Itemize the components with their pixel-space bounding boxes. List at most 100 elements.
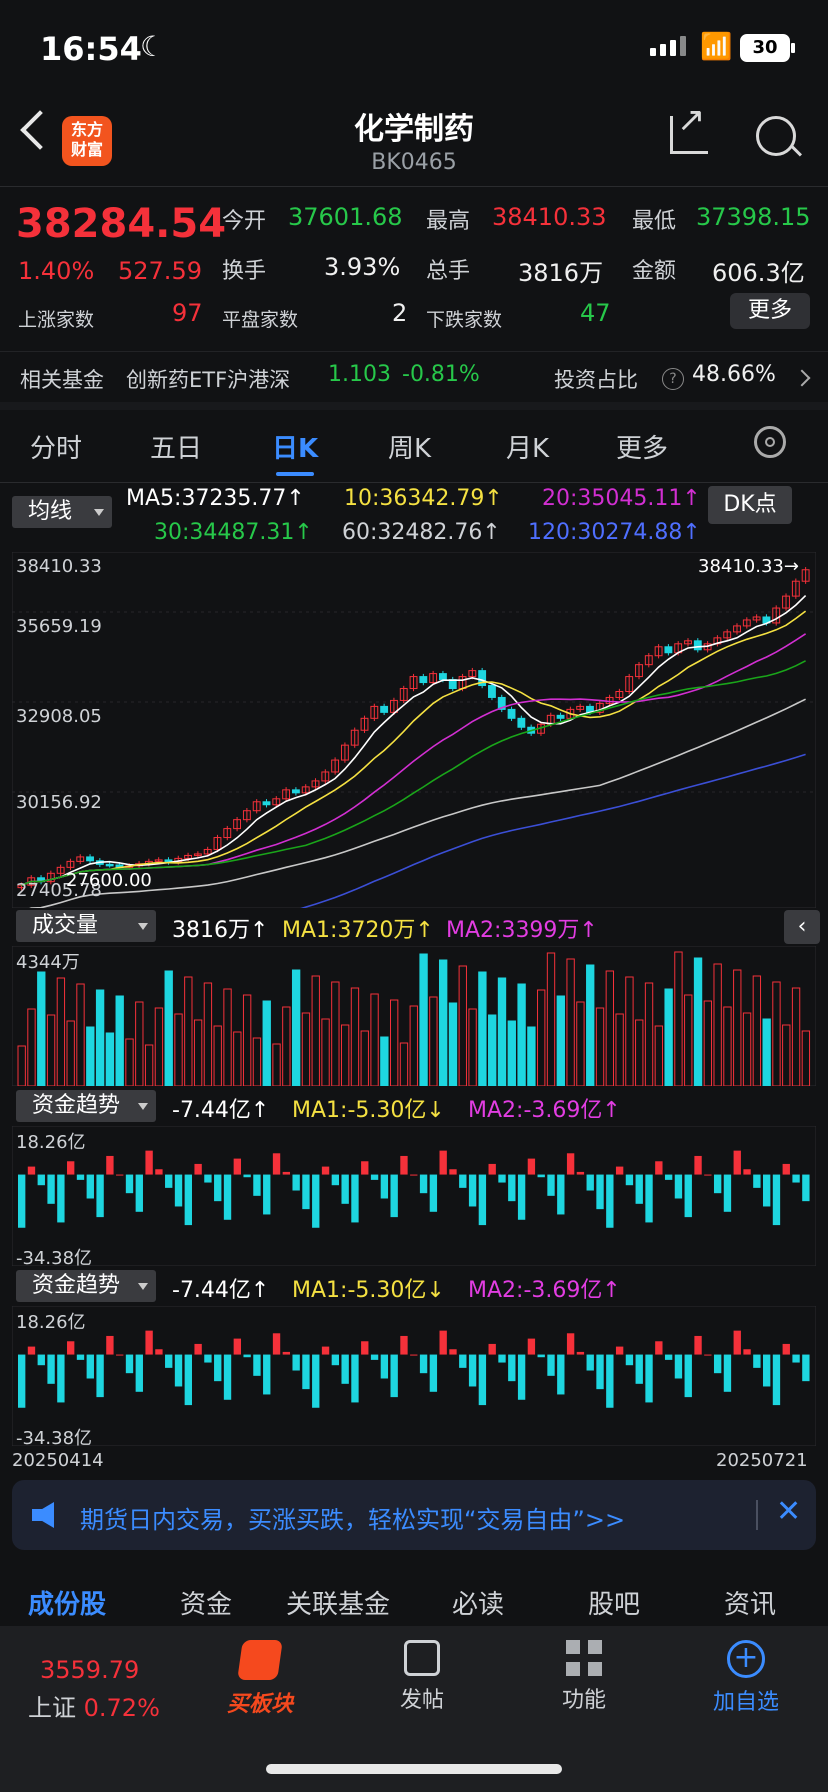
fund-trend-bar: [713, 1354, 722, 1374]
volume-bar: [801, 1030, 811, 1086]
tab-constituents[interactable]: 成份股: [28, 1584, 106, 1621]
tab-more[interactable]: 更多: [616, 428, 668, 465]
fund-trend-bar: [272, 1153, 281, 1175]
related-fund-row[interactable]: 相关基金 创新药ETF沪港深 1.103 -0.81% 投资占比 ? 48.66…: [0, 351, 828, 402]
tab-weekly-k[interactable]: 周K: [388, 428, 431, 465]
current-price: 38284.54: [16, 201, 227, 247]
fund-trend-bar: [645, 1354, 653, 1403]
volume-selector[interactable]: 成交量: [16, 910, 156, 942]
fund-trend-bar: [67, 1161, 75, 1175]
down-count: 47: [580, 299, 611, 327]
volume-bar: [360, 1030, 369, 1086]
fund-trend-bar: [361, 1161, 369, 1175]
fund-trend-bar: [27, 1166, 36, 1175]
kline-chart[interactable]: [12, 552, 816, 908]
tab-daily-k[interactable]: 日K: [272, 428, 318, 465]
help-icon[interactable]: ?: [662, 368, 684, 390]
fund-trend-selector-1[interactable]: 资金趋势: [16, 1090, 156, 1122]
fund-trend-bar: [723, 1174, 732, 1212]
flat-count-label: 平盘家数: [222, 309, 299, 331]
collapse-panel-button[interactable]: ‹: [784, 910, 820, 944]
fund-trend-bar: [370, 1354, 379, 1360]
y-axis-tick-3: 32908.05: [16, 706, 102, 727]
fund-trend-bar: [380, 1174, 389, 1199]
ma5-label: MA5:37235.77↑: [126, 486, 305, 511]
candle: [507, 708, 516, 719]
add-watchlist-label: 加自选: [712, 1690, 779, 1715]
volume-bar: [674, 951, 683, 1086]
close-icon[interactable]: ✕: [776, 1494, 801, 1529]
fund-trend-bar: [419, 1354, 428, 1374]
volume-bar: [625, 976, 634, 1086]
tab-monthly-k[interactable]: 月K: [506, 428, 549, 465]
fund-trend-bar: [635, 1174, 643, 1204]
volume-bar: [419, 953, 428, 1086]
index-ticker[interactable]: 3559.79 上证 0.72%: [28, 1656, 178, 1723]
fund-trend-bar: [429, 1354, 438, 1392]
fund-trend-bar: [67, 1341, 75, 1355]
fund-trend-bar: [282, 1171, 291, 1175]
high-label: 最高: [426, 209, 471, 234]
tab-forum[interactable]: 股吧: [588, 1584, 640, 1621]
fund-trend-selector-2[interactable]: 资金趋势: [16, 1270, 156, 1302]
volume-bar: [713, 963, 722, 1086]
fund-trend-bar: [253, 1174, 261, 1196]
fund-trend-bar: [439, 1330, 447, 1355]
search-icon[interactable]: [756, 116, 796, 156]
fund-trend-ma2-2: MA2:-3.69亿↑: [468, 1278, 621, 1303]
more-button[interactable]: 更多: [730, 293, 810, 329]
fund-trend-bar: [116, 1174, 124, 1176]
open-value: 37601.68: [288, 203, 403, 231]
fund-trend-bar: [18, 1174, 26, 1228]
tab-capital[interactable]: 资金: [180, 1584, 232, 1621]
fund-trend-bar: [596, 1354, 604, 1390]
volume-bar: [252, 1037, 262, 1086]
nav-post[interactable]: 发帖: [372, 1640, 472, 1714]
share-icon[interactable]: [670, 100, 708, 154]
fund-trend-bar: [762, 1354, 771, 1387]
fund-trend-bar: [96, 1354, 104, 1398]
dk-point-button[interactable]: DK点: [708, 486, 792, 524]
fund-trend-bar: [263, 1174, 271, 1215]
fund-trend-bar: [498, 1354, 506, 1363]
tab-related-funds[interactable]: 关联基金: [286, 1584, 390, 1621]
low-value: 37398.15: [696, 203, 811, 231]
fund-trend-bar: [508, 1354, 516, 1382]
tab-five-day[interactable]: 五日: [150, 428, 202, 465]
tab-must-read[interactable]: 必读: [452, 1584, 504, 1621]
volume-bar: [664, 988, 673, 1086]
fund-trend-bar: [802, 1354, 810, 1382]
nav-functions[interactable]: 功能: [534, 1640, 634, 1714]
nav-add-watchlist[interactable]: + 加自选: [696, 1640, 796, 1716]
fund-trend-bar: [694, 1155, 702, 1175]
fund-trend-bar: [704, 1174, 712, 1176]
fund-axis-min-2: -34.38亿: [16, 1428, 93, 1449]
fund-trend-bar: [380, 1354, 389, 1379]
candle: [556, 714, 565, 719]
volume-bar: [517, 983, 526, 1086]
chevron-right-icon[interactable]: [793, 369, 811, 387]
fund-trend-bar: [615, 1346, 624, 1355]
indicator-selector[interactable]: 均线: [12, 496, 112, 528]
volume-header: 成交量 3816万↑ MA1:3720万↑ MA2:3399万↑ ‹: [0, 910, 828, 944]
candle: [380, 705, 389, 713]
nav-buy-board[interactable]: 买板块: [210, 1640, 310, 1718]
fund-trend-bar: [645, 1174, 653, 1223]
moon-icon: ☾: [140, 30, 166, 63]
volume-bar: [595, 1007, 605, 1086]
tab-news[interactable]: 资讯: [724, 1584, 776, 1621]
tab-intraday[interactable]: 分时: [30, 428, 82, 465]
volume-current: 3816万↑: [172, 918, 269, 943]
ad-banner[interactable]: 期货日内交易，买涨买跌，轻松实现“交易自由”>> ✕: [12, 1480, 816, 1550]
gear-icon[interactable]: [754, 426, 786, 458]
fund-value: 1.103: [328, 362, 391, 387]
fund-trend-bar: [694, 1335, 702, 1355]
high-price-marker: 38410.33→: [698, 556, 799, 577]
volume-bar: [752, 975, 762, 1086]
fund-axis-max-2: 18.26亿: [16, 1312, 86, 1333]
fund-trend-bar: [312, 1174, 320, 1228]
fund-trend-bar: [233, 1338, 242, 1355]
fund-trend-bar: [615, 1166, 624, 1175]
fund-trend-bar: [459, 1354, 467, 1368]
fund-trend-bar: [312, 1354, 320, 1408]
